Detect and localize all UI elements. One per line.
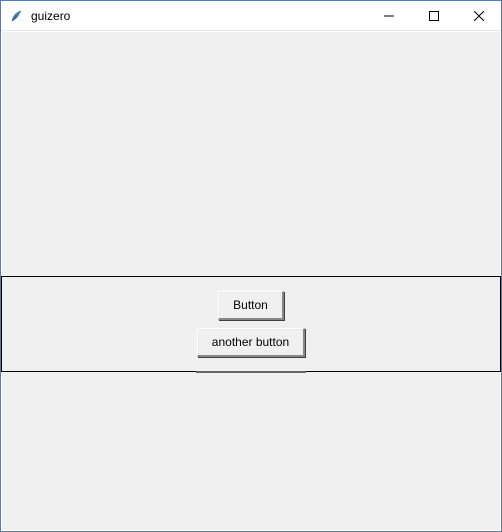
button-2[interactable]: another button: [197, 328, 305, 357]
button-shadow: [196, 371, 306, 373]
feather-icon: [9, 8, 25, 24]
window-title: guizero: [31, 9, 366, 23]
button-1[interactable]: Button: [218, 291, 284, 320]
app-window: guizero Button another button: [0, 0, 502, 532]
client-area: Button another button: [2, 32, 500, 530]
bordered-box: Button another button: [1, 276, 501, 372]
close-button[interactable]: [456, 1, 501, 30]
minimize-button[interactable]: [366, 1, 411, 30]
maximize-button[interactable]: [411, 1, 456, 30]
titlebar[interactable]: guizero: [1, 1, 501, 31]
window-controls: [366, 1, 501, 30]
